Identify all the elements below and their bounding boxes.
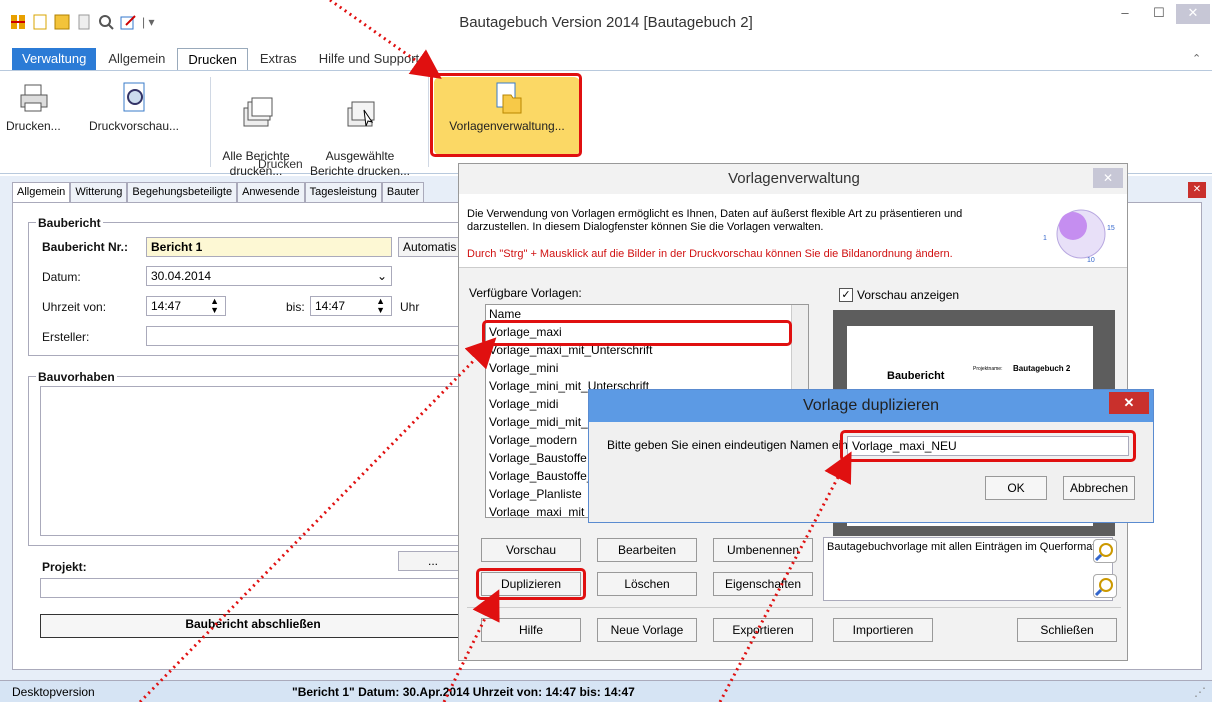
- arrow-to-list-item: [138, 337, 497, 702]
- annotation-arrows: [138, 0, 852, 702]
- arrow-to-input: [718, 451, 852, 702]
- arrow-to-ribbon: [329, 0, 442, 79]
- arrow-to-duplicate: [442, 589, 500, 702]
